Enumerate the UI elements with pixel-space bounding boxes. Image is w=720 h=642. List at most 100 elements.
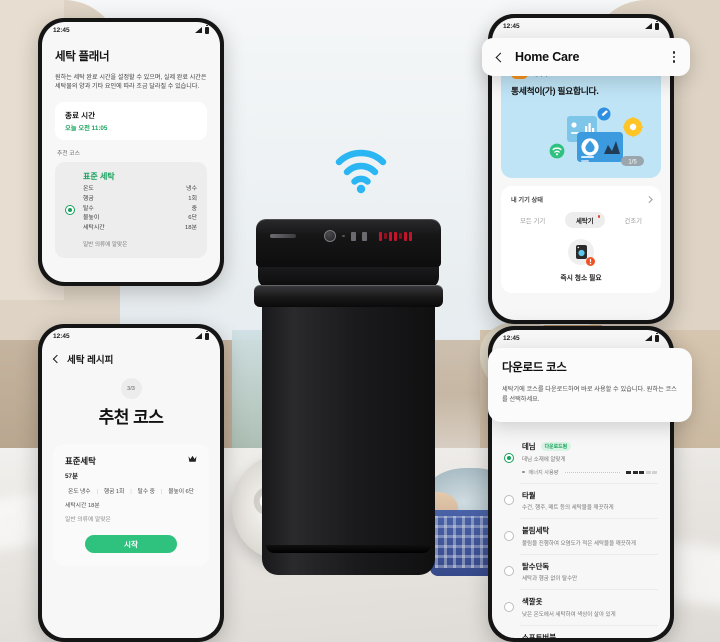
phone3-status-bar: 12:45 [492, 18, 670, 34]
course-description: 수건, 행주, 매트 등의 세탁물을 깨끗하게 [522, 505, 614, 511]
washer-led-display [378, 231, 412, 241]
spec-label: 헹굼 [83, 195, 94, 202]
spec-item: 물높이 6단 [168, 489, 194, 495]
device-status-text: 즉시 청소 필요 [560, 275, 602, 282]
list-item[interactable]: 불림세탁 불림을 진행하여 오염도가 적은 세탁물을 깨끗하게 [492, 518, 670, 554]
start-button[interactable]: 시작 [85, 535, 177, 553]
end-time-card[interactable]: 종료 시간 오늘 오전 11:05 [55, 101, 207, 141]
tab-washer[interactable]: 세탁기 [565, 212, 605, 228]
list-item[interactable]: 색깔옷 낮은 온도에서 세탁하여 색상이 살아 있게 [492, 589, 670, 625]
overlay-description: 세탁기에 코스를 다운로드하여 바로 사용할 수 있습니다. 원하는 코스를 선… [502, 386, 677, 403]
course-radio-selected[interactable] [65, 204, 75, 215]
energy-usage-label: 에너지 사용량 [528, 469, 559, 476]
course-description: 불림을 진행하여 오염도가 적은 세탁물을 깨끗하게 [522, 540, 636, 547]
wifi-icon [335, 148, 387, 194]
course-radio[interactable] [504, 495, 514, 506]
washing-machine [254, 219, 443, 575]
spec-value: 냉수 [186, 186, 197, 193]
tab-washer-label: 세탁기 [576, 217, 594, 225]
course-name: 데님 [522, 442, 536, 451]
device-tabs: 모든 기기 세탁기 건조기 [511, 212, 651, 228]
device-status-header[interactable]: 내 기기 상태 [511, 195, 652, 204]
status-time: 12:45 [503, 334, 520, 342]
course-duration: 57분 [65, 473, 78, 480]
course-spec-row: 물높이 6단 [83, 214, 197, 224]
home-care-header-overlay: Home Care [482, 38, 690, 76]
end-time-value: 오늘 오전 11:05 [65, 125, 108, 133]
list-item[interactable]: 소프트버블 유연제는 고르게, 옷감은 부드럽게 [492, 624, 670, 639]
spec-label: 온도 [83, 186, 94, 193]
spec-label: 세탁시간 [83, 224, 105, 231]
washer-icon [568, 239, 595, 266]
spec-item: 헹굼 1회 [103, 489, 125, 495]
list-item[interactable]: 타월 수건, 행주, 매트 등의 세탁물을 깨끗하게 [492, 482, 670, 519]
spec-value: 6단 [188, 215, 197, 222]
course-option-card[interactable]: 표준 세탁 온도 냉수 헹굼 1회 탈수 중 물높이 6단 세탁시간 18분 일… [55, 162, 207, 259]
home-care-illustration: 1/5 [549, 107, 644, 166]
overlay-title: 다운로드 코스 [502, 362, 567, 374]
course-name: 불림세탁 [522, 526, 550, 535]
course-name: 색깔옷 [522, 597, 543, 606]
list-item[interactable]: 탈수단독 세탁과 헹굼 없이 탈수만 [492, 553, 670, 590]
kebab-menu-icon[interactable] [672, 51, 675, 63]
course-name: 표준 세탁 [83, 172, 115, 182]
signal-icon [645, 23, 652, 29]
course-wash-time: 세탁시간 18분 [65, 503, 100, 509]
washer-brand-logo [270, 234, 296, 238]
course-name: 소프트버블 [522, 632, 556, 639]
washer-power-knob [324, 230, 336, 242]
device-status-label: 내 기기 상태 [511, 197, 543, 204]
chevron-right-icon[interactable] [645, 196, 652, 203]
tab-alert-dot [597, 215, 601, 218]
phone4-status-bar: 12:45 [492, 330, 670, 346]
energy-usage-row: 에너지 사용량 [522, 469, 657, 476]
course-radio-selected[interactable] [504, 453, 514, 464]
washer-cycle-icon [350, 231, 356, 241]
signal-icon [195, 333, 202, 339]
course-note: 일반 의류에 알맞은 [83, 242, 128, 249]
back-chevron-icon[interactable] [52, 354, 62, 364]
phone2-status-bar: 12:45 [42, 328, 220, 344]
course-description: 낮은 온도에서 세탁하여 색상이 살아 있게 [522, 611, 616, 618]
battery-icon [654, 21, 659, 30]
spec-label: 탈수 [83, 205, 94, 212]
washer-option-icon [361, 231, 367, 241]
list-item[interactable]: 데님 다운로드됨 데님 소재에 알맞게 에너지 사용량 [492, 434, 670, 483]
end-time-label: 종료 시간 [65, 110, 96, 120]
course-name: 탈수단독 [522, 561, 550, 571]
washer-body [262, 303, 435, 575]
recommended-course-label: 추천 코스 [57, 151, 80, 158]
overlay-title: Home Care [515, 50, 580, 64]
course-specs: 온도 냉수 | 헹굼 1회 | 탈수 중 | 물높이 6단 [68, 489, 194, 495]
home-care-hero-card[interactable]: 진단 세탁기 통세척이(가) 필요합니다. [501, 60, 661, 178]
header-title: 세탁 레시피 [67, 355, 114, 366]
status-time: 12:45 [53, 26, 70, 34]
course-radio[interactable] [504, 530, 514, 541]
course-spec-row: 탈수 중 [83, 205, 197, 215]
tab-all-devices[interactable]: 모든 기기 [514, 213, 551, 228]
page-title: 세탁 플래너 [55, 51, 110, 63]
course-name: 표준세탁 [65, 456, 96, 466]
back-chevron-icon[interactable] [495, 52, 506, 62]
status-time: 12:45 [503, 22, 520, 30]
course-spec-row: 온도 냉수 [83, 185, 197, 195]
signal-icon [195, 27, 202, 33]
phone1-screen: 12:45 세탁 플래너 원하는 세탁 완료 시간을 설정할 수 있으며, 실제… [42, 22, 220, 282]
download-courses-overlay: 다운로드 코스 세탁기에 코스를 다운로드하여 바로 사용할 수 있습니다. 원… [488, 348, 692, 422]
signal-icon [645, 335, 652, 341]
course-radio[interactable] [504, 601, 514, 612]
course-card[interactable]: 표준세탁 57분 온도 냉수 | 헹굼 1회 | 탈수 중 | 물높이 6단 세탁시간 18… [53, 444, 209, 566]
battery-icon [204, 25, 209, 34]
phone2-header: 세탁 레시피 [42, 344, 220, 366]
washer-lip [254, 285, 443, 307]
hero-headline: 통세척이(가) 필요합니다. [511, 85, 599, 96]
device-status-body: 즉시 청소 필요 [511, 239, 651, 282]
tab-dryer[interactable]: 건조기 [618, 213, 648, 228]
course-spec-row: 세탁시간 18분 [83, 224, 197, 234]
spec-label: 물높이 [83, 215, 100, 222]
downloaded-badge: 다운로드됨 [540, 441, 572, 452]
battery-icon [204, 331, 209, 340]
course-radio[interactable] [504, 637, 514, 638]
course-radio[interactable] [504, 566, 514, 577]
washer-control-panel [256, 219, 441, 267]
